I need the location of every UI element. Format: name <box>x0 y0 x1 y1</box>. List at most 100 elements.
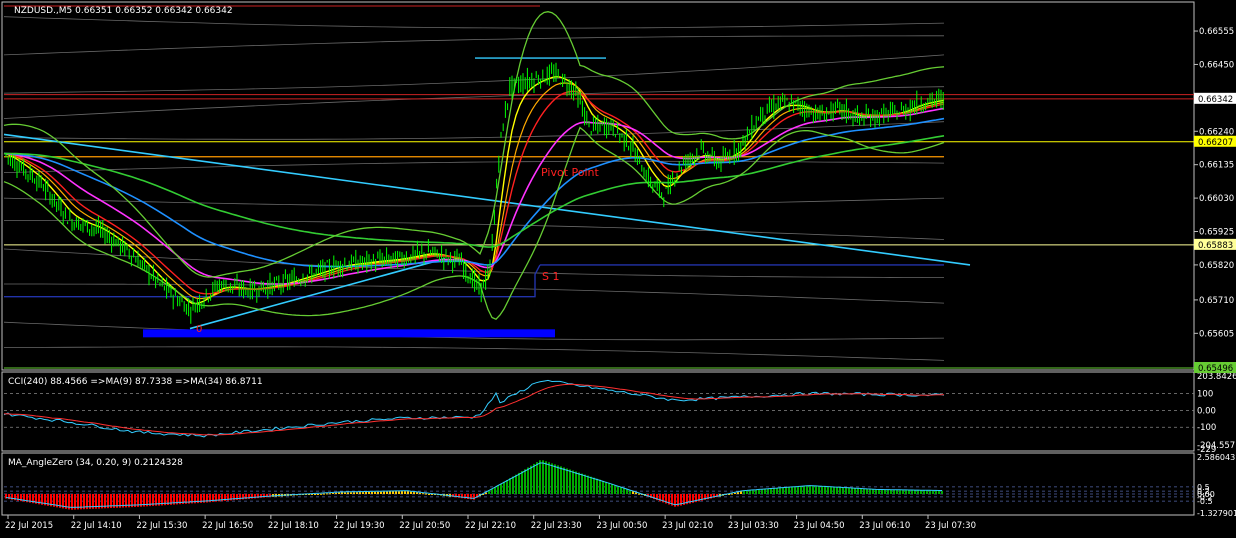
angle-histogram-bar <box>575 471 577 494</box>
angle-histogram-bar <box>875 489 877 494</box>
angle-histogram-bar <box>380 491 382 494</box>
angle-histogram-bar <box>395 491 397 494</box>
angle-histogram-bar <box>407 491 409 494</box>
cci-tick-label: -100 <box>1197 423 1216 433</box>
chart-canvas[interactable]: 203.84261000.00-100-204.5571-229 2.58604… <box>0 0 1236 534</box>
demand-zone-box <box>143 329 555 338</box>
angle-histogram-bar <box>566 468 568 494</box>
price-badge-label: 0.66207 <box>1198 138 1233 148</box>
angle-histogram-bar <box>638 493 640 495</box>
angle-histogram-bar <box>392 491 394 494</box>
angle-histogram-bar <box>776 488 778 494</box>
angle-histogram-bar <box>761 489 763 494</box>
angle-histogram-bar <box>533 463 535 494</box>
angle-histogram-bar <box>908 490 910 494</box>
angle-histogram-bar <box>881 489 883 494</box>
cci-tick-label: 0.00 <box>1197 406 1216 416</box>
angle-histogram-bar <box>425 493 427 495</box>
angle-histogram-bar <box>560 466 562 494</box>
angle-histogram-bar <box>737 492 739 494</box>
time-tick-label: 23 Jul 03:30 <box>728 521 779 531</box>
angle-histogram-bar <box>809 485 811 494</box>
angle-histogram-bar <box>635 492 637 494</box>
time-tick-label: 23 Jul 02:10 <box>662 521 713 531</box>
angle-histogram-bar <box>311 494 313 495</box>
angle-histogram-bar <box>905 490 907 494</box>
angle-histogram-bar <box>758 489 760 494</box>
angle-histogram-bar <box>827 486 829 494</box>
angle-histogram-bar <box>536 462 538 494</box>
angle-histogram-bar <box>734 492 736 494</box>
angle-histogram-bar <box>788 487 790 494</box>
angle-histogram-bar <box>596 478 598 494</box>
angle-histogram-bar <box>506 480 508 494</box>
angle-histogram-bar <box>602 480 604 494</box>
angle-histogram-bar <box>833 487 835 494</box>
angle-histogram-bar <box>614 485 616 494</box>
angle-histogram-bar <box>839 487 841 494</box>
angle-histogram-bar <box>929 490 931 494</box>
price-tick-label: 0.66135 <box>1199 161 1234 171</box>
ma-angle-panel[interactable]: 2.5860430.50.20.00-0.2-0.5-1.327901 <box>4 453 1236 518</box>
regression-channel-line <box>3 16 945 29</box>
angle-histogram-bar <box>371 491 373 494</box>
angle-histogram-bar <box>572 470 574 494</box>
angle-histogram-bar <box>512 476 514 494</box>
pivot-label: Pivot Point <box>541 166 599 179</box>
angle-histogram-bar <box>812 485 814 494</box>
angle-histogram-bar <box>428 494 430 495</box>
bollinger-upper-line <box>3 11 945 278</box>
angle-histogram-bar <box>314 494 316 495</box>
angle-histogram-bar <box>845 487 847 494</box>
angle-histogram-bar <box>917 490 919 494</box>
angle-histogram-bar <box>263 494 265 498</box>
angle-histogram-bar <box>794 486 796 494</box>
cci-line <box>3 379 945 438</box>
angle-histogram-bar <box>599 479 601 494</box>
angle-histogram-bar <box>617 486 619 494</box>
main-price-panel[interactable] <box>3 5 1194 369</box>
angle-histogram-bar <box>419 492 421 494</box>
cci-header: CCI(240) 88.4566 =>MA(9) 87.7338 =>MA(34… <box>8 377 263 387</box>
angle-histogram-bar <box>509 478 511 494</box>
angle-histogram-bar <box>608 482 610 494</box>
angle-histogram-bar <box>800 486 802 494</box>
regression-channel-line <box>3 86 945 119</box>
angle-histogram-bar <box>890 490 892 494</box>
s1-label: S 1 <box>542 270 559 283</box>
angle-histogram-bar <box>401 491 403 494</box>
angle-histogram-bar <box>416 492 418 494</box>
angle-histogram-bar <box>584 474 586 494</box>
angle-histogram-bar <box>887 489 889 494</box>
angle-histogram-bar <box>893 490 895 494</box>
angle-histogram-bar <box>629 490 631 494</box>
price-axes: 0.665550.664500.662400.661350.660300.659… <box>5 27 1236 531</box>
price-tick-label: 0.65710 <box>1199 296 1234 306</box>
trading-terminal-chart[interactable]: 203.84261000.00-100-204.5571-229 2.58604… <box>0 0 1236 534</box>
angle-histogram-bar <box>863 488 865 494</box>
angle-histogram-bar <box>632 491 634 494</box>
angle-histogram-bar <box>365 492 367 494</box>
regression-channel-line <box>3 35 944 56</box>
time-tick-label: 22 Jul 23:30 <box>531 521 582 531</box>
ma-green-line <box>4 135 945 248</box>
level-zero-label: 0 <box>196 324 202 335</box>
angle-histogram-bar <box>803 485 805 494</box>
time-tick-label: 23 Jul 00:50 <box>596 521 647 531</box>
angle-histogram-bar <box>578 472 580 494</box>
price-tick-label: 0.66450 <box>1199 60 1234 70</box>
angle-histogram-bar <box>782 487 784 494</box>
angle-histogram-bar <box>932 490 934 494</box>
time-tick-label: 22 Jul 22:10 <box>465 521 516 531</box>
angle-histogram-bar <box>920 490 922 494</box>
angle-histogram-bar <box>878 489 880 494</box>
angle-histogram-bar <box>539 460 541 494</box>
price-badge-label: 0.66342 <box>1198 95 1233 105</box>
ma-magenta-line <box>3 107 945 285</box>
angle-tick-label: -0.5 <box>1197 497 1213 506</box>
angle-histogram-bar <box>743 491 745 494</box>
angle-histogram-bar <box>914 490 916 494</box>
angle-histogram-bar <box>530 465 532 494</box>
angle-histogram-bar <box>926 490 928 494</box>
angle-histogram-bar <box>752 490 754 495</box>
